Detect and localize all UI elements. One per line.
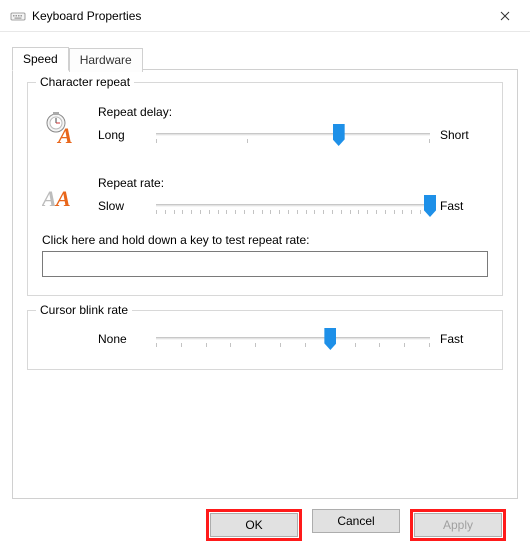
repeat-rate-icon: A A xyxy=(42,180,98,219)
repeat-rate-max-label: Fast xyxy=(440,199,488,213)
cursor-blink-legend: Cursor blink rate xyxy=(36,303,132,317)
window-title: Keyboard Properties xyxy=(32,9,482,23)
svg-text:A: A xyxy=(56,123,73,145)
cursor-blink-max-label: Fast xyxy=(440,332,488,346)
repeat-delay-label: Repeat delay: xyxy=(98,105,488,119)
title-bar: Keyboard Properties xyxy=(0,0,530,32)
dialog-buttons: OK Cancel Apply xyxy=(12,499,518,541)
cancel-button[interactable]: Cancel xyxy=(312,509,400,533)
keyboard-icon xyxy=(10,8,26,24)
repeat-delay-icon: A xyxy=(42,109,98,148)
cursor-blink-group: Cursor blink rate None Fast xyxy=(27,310,503,370)
content-area: Speed Hardware Character repeat A xyxy=(0,32,530,549)
tab-hardware[interactable]: Hardware xyxy=(69,48,143,72)
apply-highlight: Apply xyxy=(410,509,506,541)
ok-highlight: OK xyxy=(206,509,302,541)
tab-panel-speed: Character repeat A Repeat delay: xyxy=(12,69,518,499)
svg-text:A: A xyxy=(54,186,71,211)
close-button[interactable] xyxy=(482,0,528,32)
svg-text:A: A xyxy=(42,186,57,211)
repeat-delay-slider[interactable] xyxy=(156,123,430,147)
ok-button[interactable]: OK xyxy=(210,513,298,537)
test-repeat-label: Click here and hold down a key to test r… xyxy=(42,233,488,247)
repeat-rate-min-label: Slow xyxy=(98,199,146,213)
repeat-delay-min-label: Long xyxy=(98,128,146,142)
tab-speed[interactable]: Speed xyxy=(12,47,69,71)
close-icon xyxy=(500,11,510,21)
character-repeat-legend: Character repeat xyxy=(36,75,134,89)
repeat-rate-row: A A Repeat rate: Slow Fast xyxy=(42,176,488,219)
repeat-delay-max-label: Short xyxy=(440,128,488,142)
tab-strip: Speed Hardware xyxy=(12,46,518,70)
repeat-rate-slider[interactable] xyxy=(156,194,430,218)
cursor-blink-slider[interactable] xyxy=(156,327,430,351)
repeat-delay-row: A Repeat delay: Long Short xyxy=(42,105,488,148)
character-repeat-group: Character repeat A Repeat delay: xyxy=(27,82,503,296)
cursor-blink-min-label: None xyxy=(98,332,146,346)
apply-button[interactable]: Apply xyxy=(414,513,502,537)
repeat-rate-label: Repeat rate: xyxy=(98,176,488,190)
test-repeat-input[interactable] xyxy=(42,251,488,277)
